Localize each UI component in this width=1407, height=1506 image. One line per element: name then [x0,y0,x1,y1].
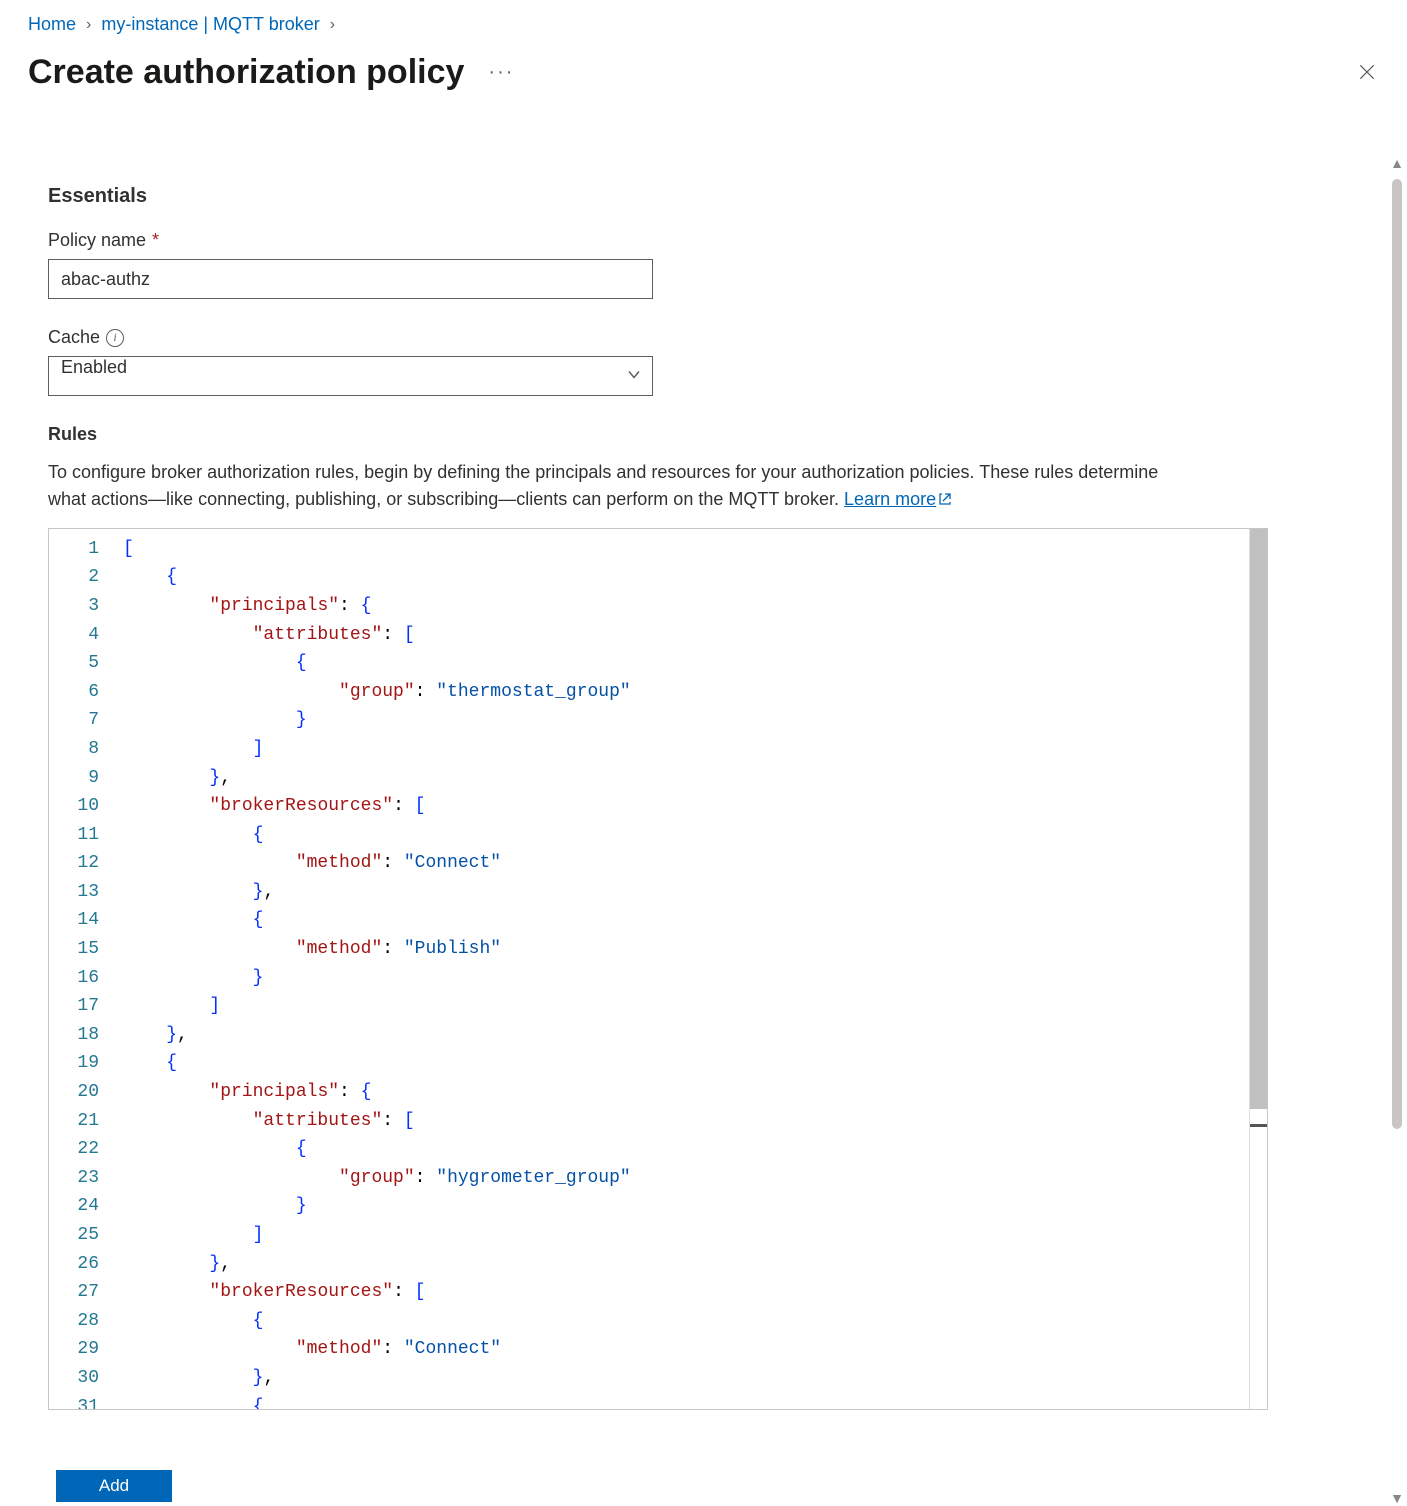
chevron-right-icon: › [330,16,335,34]
info-icon[interactable]: i [106,329,124,347]
policy-name-label: Policy name * [48,230,1332,251]
page-title: Create authorization policy [28,53,464,92]
breadcrumb-instance[interactable]: my-instance | MQTT broker [101,14,319,35]
line-number-gutter: 1 2 3 4 5 6 7 8 9 10 11 12 13 14 15 16 1… [49,529,123,1409]
breadcrumb-home[interactable]: Home [28,14,76,35]
required-indicator: * [152,230,159,251]
breadcrumb: Home › my-instance | MQTT broker › [0,0,1407,41]
editor-scroll-thumb[interactable] [1250,529,1268,1109]
more-actions-button[interactable]: ··· [488,61,514,84]
cache-label: Cache i [48,327,1332,348]
add-button[interactable]: Add [56,1470,172,1502]
editor-scrollbar[interactable] [1249,529,1267,1409]
essentials-heading: Essentials [48,185,1332,208]
cache-select[interactable]: Enabled [48,356,653,396]
editor-scroll-marker [1250,1124,1267,1127]
close-icon [1357,62,1377,82]
policy-name-input[interactable] [48,259,653,299]
rules-code-editor[interactable]: 1 2 3 4 5 6 7 8 9 10 11 12 13 14 15 16 1… [48,528,1268,1410]
code-body[interactable]: [ { "principals": { "attributes": [ { "g… [123,529,1267,1409]
learn-more-link[interactable]: Learn more [844,489,952,509]
rules-heading: Rules [48,424,1332,445]
close-button[interactable] [1357,62,1377,85]
external-link-icon [938,487,952,514]
chevron-right-icon: › [86,16,91,34]
rules-description: To configure broker authorization rules,… [48,459,1188,514]
